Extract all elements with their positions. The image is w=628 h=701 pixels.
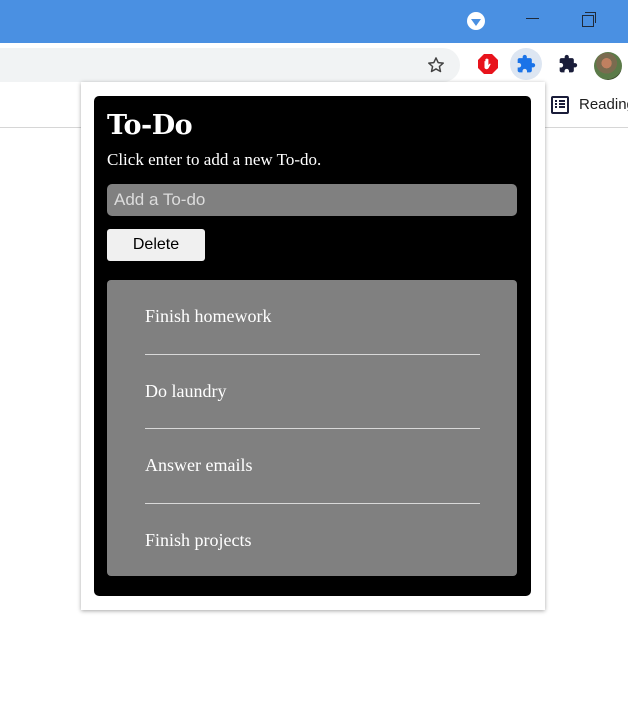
puzzle-icon[interactable] (510, 48, 542, 80)
adblock-stop-icon[interactable] (472, 48, 504, 80)
todo-item[interactable]: Finish projects (145, 504, 480, 579)
profile-avatar[interactable] (594, 52, 622, 80)
todo-list: Finish homework Do laundry Answer emails… (107, 280, 517, 576)
tab-search-dropdown-icon[interactable] (467, 12, 485, 30)
extensions-puzzle-icon[interactable] (552, 48, 584, 80)
app-title: To-Do (107, 110, 193, 141)
reading-list-label[interactable]: Reading (579, 96, 628, 113)
minimize-icon[interactable] (526, 18, 539, 19)
app-subtitle: Click enter to add a new To-do. (107, 150, 322, 169)
reading-list-icon[interactable] (551, 96, 569, 114)
add-todo-input[interactable] (107, 184, 517, 216)
browser-titlebar (0, 0, 628, 43)
delete-button[interactable]: Delete (107, 229, 205, 261)
todo-item[interactable]: Finish homework (145, 280, 480, 355)
extension-popup: To-Do Click enter to add a new To-do. De… (81, 82, 545, 610)
bookmark-star-icon[interactable] (426, 55, 446, 75)
todo-item[interactable]: Do laundry (145, 355, 480, 429)
address-bar[interactable] (0, 48, 460, 82)
restore-window-icon[interactable] (582, 12, 596, 27)
todo-app: To-Do Click enter to add a new To-do. De… (94, 96, 531, 596)
todo-item[interactable]: Answer emails (145, 429, 480, 504)
